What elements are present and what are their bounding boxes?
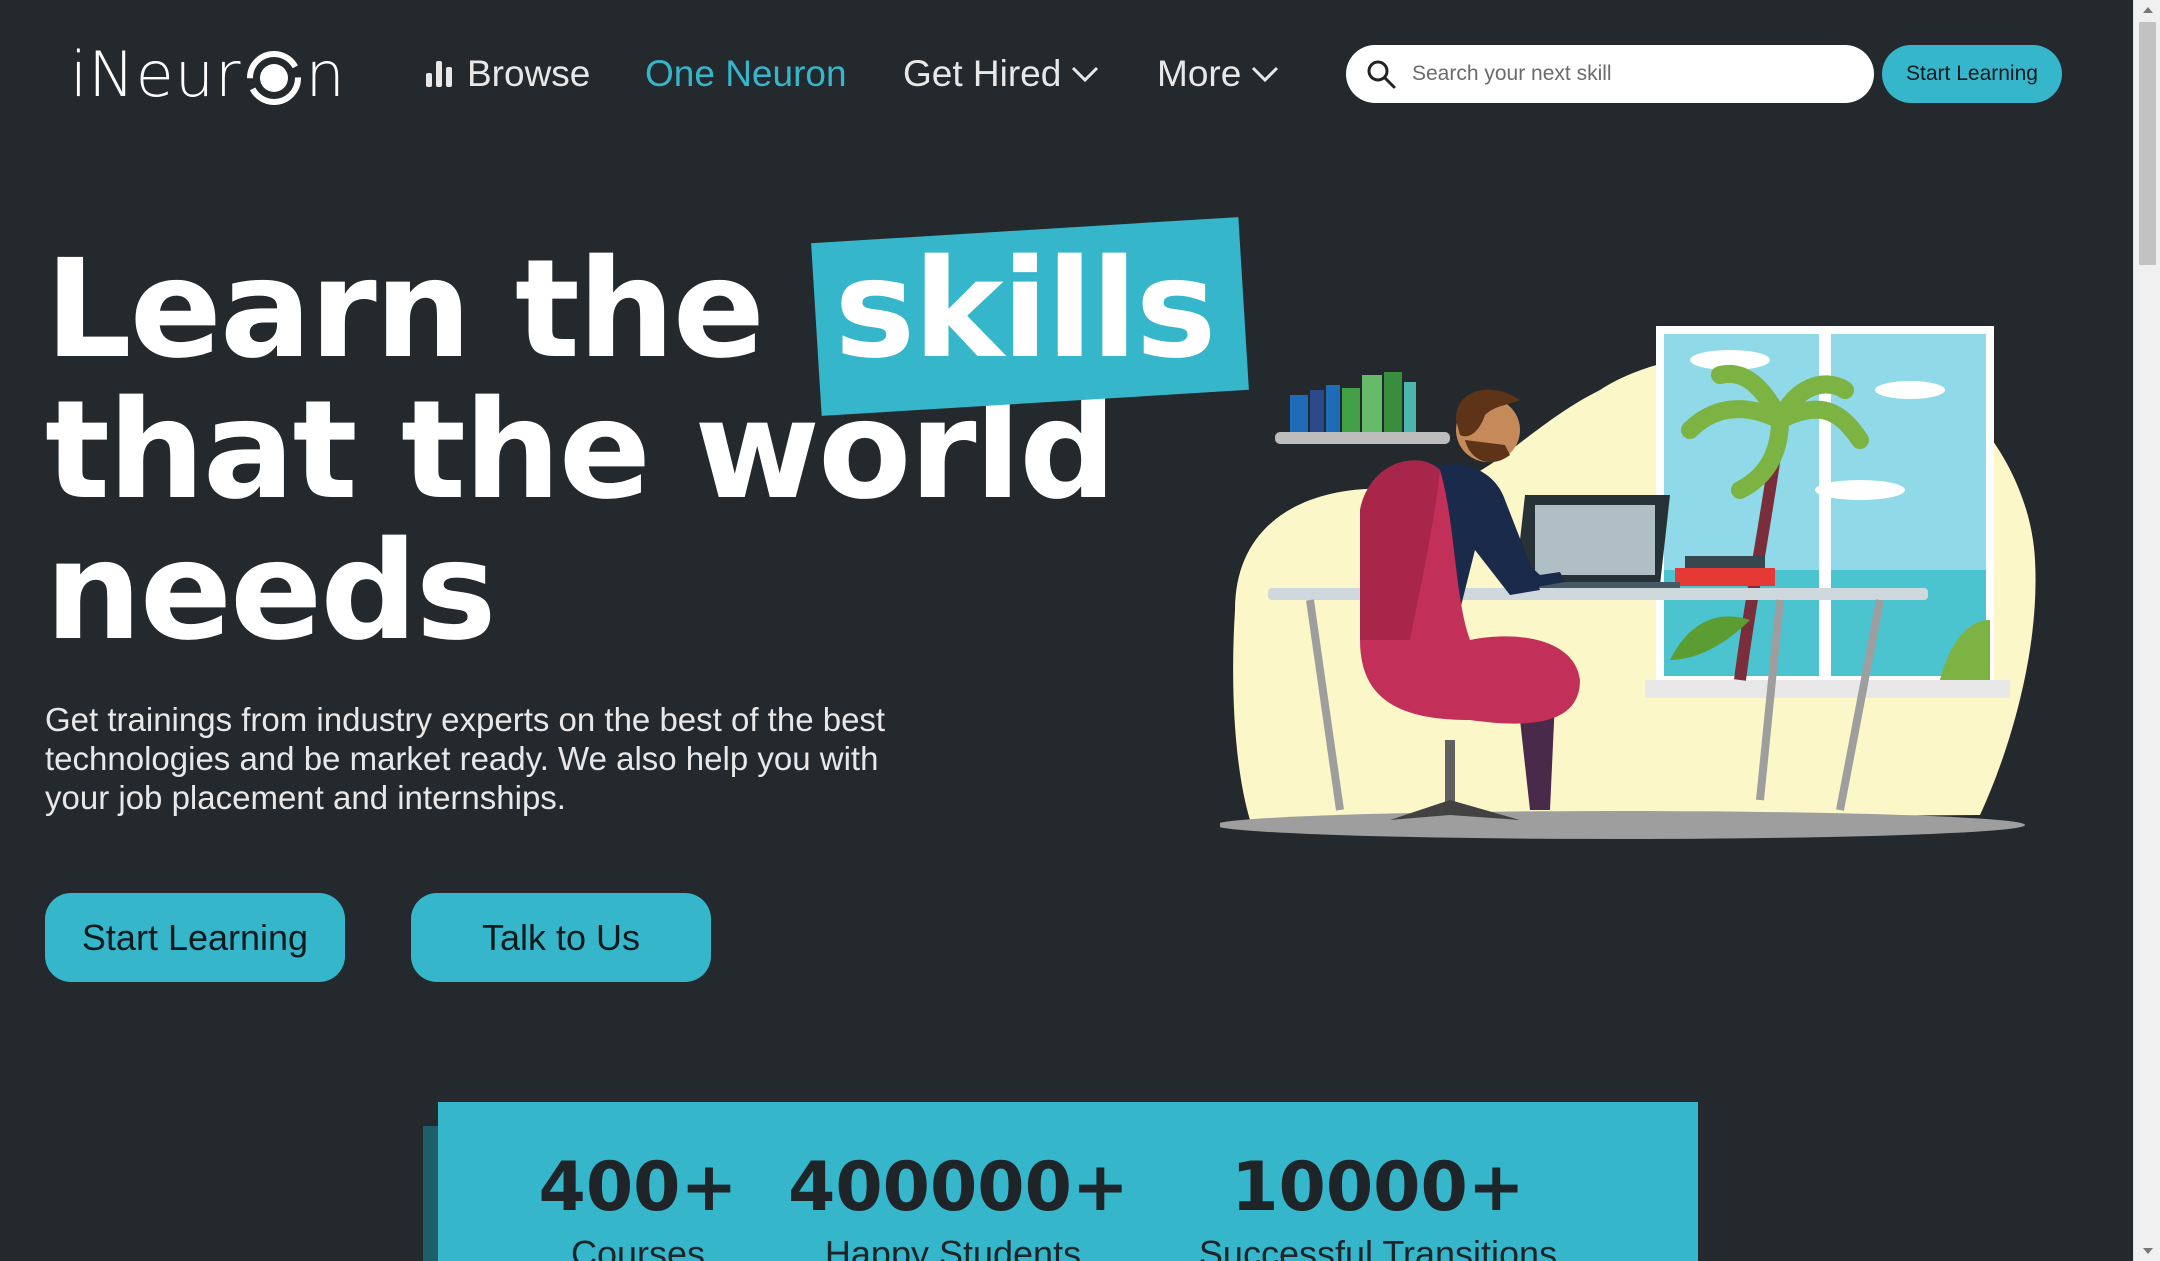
bar-chart-icon [415,59,455,89]
nav-more[interactable]: More [1157,44,1279,104]
hero-subtitle: Get trainings from industry experts on t… [45,701,886,816]
talk-to-us-label: Talk to Us [481,916,641,958]
stats-band: 400+ Courses 400000+ Happy Students 1000… [438,1102,1698,1261]
chevron-down-icon [1061,64,1099,84]
ineuron-logo[interactable]: iNeur n [70,36,346,112]
page-scrollbar[interactable] [2133,0,2160,1261]
nav-start-learning-button[interactable]: Start Learning [1882,45,2062,103]
nav-browse-label: Browse [467,53,591,94]
nav-more-label: More [1157,53,1242,94]
search-input[interactable] [1410,61,1854,87]
hero-title-highlight: skills [816,240,1232,381]
scroll-down-icon[interactable] [2134,1241,2160,1261]
nav-browse[interactable]: Browse [415,44,590,104]
scrollbar-thumb[interactable] [2139,22,2156,265]
stat-value: 400+ [538,1148,738,1227]
nav-get-hired[interactable]: Get Hired [903,44,1099,104]
stat-label: Successful Transitions [1198,1233,1558,1261]
stat-successful-transitions: 10000+ Successful Transitions [1178,1150,1578,1261]
nav-one-neuron-label: One Neuron [645,53,847,94]
nav-start-learning-label: Start Learning [1906,62,2038,85]
search-bar[interactable] [1346,45,1874,103]
hero-title-line-3: needs [45,513,497,671]
search-icon [1366,59,1396,89]
stat-label: Happy Students [824,1233,1082,1261]
stat-value: 400000+ [788,1148,1129,1227]
bookshelf-illustration [1275,372,1450,444]
scroll-up-icon[interactable] [2134,0,2160,20]
window-illustration [1645,326,2010,698]
stat-label: Courses [570,1233,706,1261]
start-learning-button[interactable]: Start Learning [45,893,345,982]
nav-one-neuron[interactable]: One Neuron [645,44,847,104]
stat-courses: 400+ Courses [538,1150,738,1261]
stat-happy-students: 400000+ Happy Students [788,1148,1129,1261]
logo-o-icon [245,49,303,107]
hero-title: Learn the skills that the world needs [45,240,1217,671]
talk-to-us-button[interactable]: Talk to Us [411,893,711,982]
nav-get-hired-label: Get Hired [903,53,1062,94]
stat-value: 10000+ [1231,1148,1525,1227]
hero-title-part-1: Learn the [45,231,765,389]
page: iNeur n Browse One Neuron Get Hired More… [0,0,2160,1261]
logo-text-end: n [305,37,346,111]
logo-text-start: iNeur [70,37,242,111]
hero-illustration [1215,320,2050,850]
start-learning-label: Start Learning [81,916,309,958]
hero-title-line-1: Learn the skills [45,240,1217,381]
chevron-down-icon [1241,64,1279,84]
